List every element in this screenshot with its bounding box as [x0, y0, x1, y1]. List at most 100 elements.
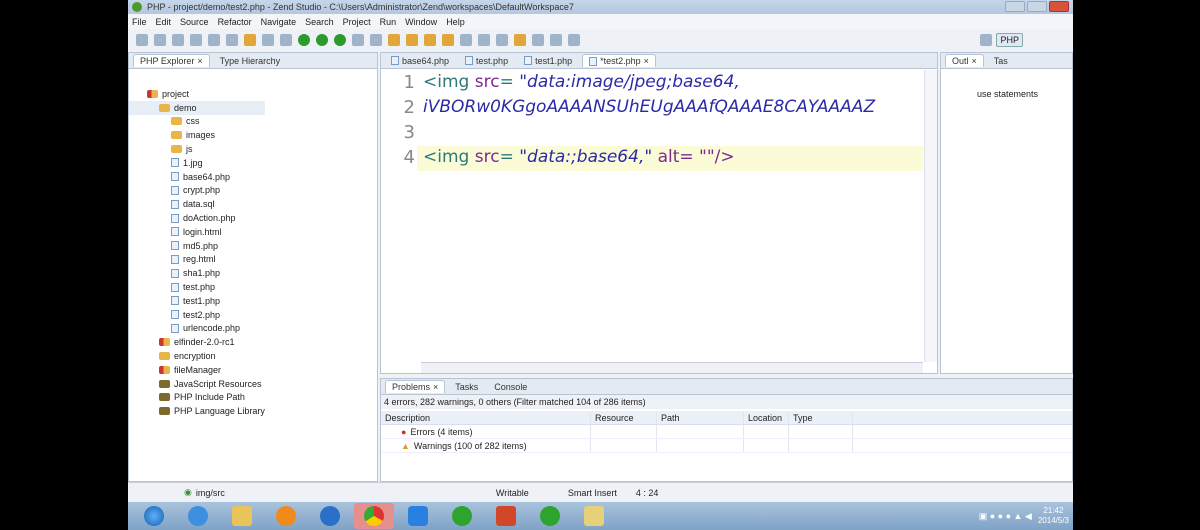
next-annotation-icon[interactable]	[496, 34, 508, 46]
maximize-button[interactable]	[1027, 1, 1047, 12]
menu-project[interactable]: Project	[343, 17, 371, 27]
taskbar-green-app-2[interactable]	[530, 503, 570, 529]
menu-window[interactable]: Window	[405, 17, 437, 27]
tree-item[interactable]: demo	[129, 100, 265, 115]
tab-test-php[interactable]: test.php	[459, 55, 514, 67]
deploy-icon[interactable]	[424, 34, 436, 46]
taskbar-green-app[interactable]	[442, 503, 482, 529]
tree-item[interactable]: base64.php	[129, 170, 265, 184]
tree-item[interactable]: reg.html	[129, 253, 265, 267]
tab-php-explorer[interactable]: PHP Explorer ×	[133, 54, 210, 67]
tree-item[interactable]: project	[129, 87, 265, 101]
tab-problems[interactable]: Problems ×	[385, 380, 446, 393]
menu-file[interactable]: File	[132, 17, 147, 27]
tab-console[interactable]: Console	[488, 381, 533, 393]
menu-search[interactable]: Search	[305, 17, 334, 27]
table-row[interactable]: ● Errors (4 items)	[381, 425, 1072, 439]
tray-icons[interactable]: ▣ ● ● ● ▲ ◀	[979, 511, 1032, 522]
search-web-icon[interactable]	[352, 34, 364, 46]
tab-tasks-bottom[interactable]: Tasks	[449, 381, 484, 393]
search-icon[interactable]	[370, 34, 382, 46]
taskbar-help[interactable]	[574, 503, 614, 529]
menu-navigate[interactable]: Navigate	[261, 17, 297, 27]
tree-item[interactable]: JavaScript Resources	[129, 377, 265, 391]
taskbar-ie[interactable]	[178, 503, 218, 529]
col-description[interactable]: Description	[381, 411, 591, 424]
code-editor[interactable]: 1 <img src= "data:image/jpeg;base64, 2 iVBO…	[381, 70, 923, 361]
col-resource[interactable]: Resource	[591, 411, 657, 424]
taskbar-powerpoint[interactable]	[486, 503, 526, 529]
menu-help[interactable]: Help	[446, 17, 465, 27]
taskbar-chrome[interactable]	[354, 503, 394, 529]
code-token-rest: alt= ""/>	[652, 147, 735, 167]
debug-icon[interactable]	[280, 34, 292, 46]
globe-icon[interactable]	[262, 34, 274, 46]
horizontal-scrollbar[interactable]	[421, 362, 923, 373]
tree-item[interactable]: test.php	[129, 280, 265, 294]
tab-outline[interactable]: Outl ×	[945, 54, 984, 67]
print-icon[interactable]	[190, 34, 202, 46]
tab-base64-php[interactable]: base64.php	[385, 55, 455, 67]
taskbar-baidu[interactable]	[398, 503, 438, 529]
tree-item[interactable]: doAction.php	[129, 211, 265, 225]
taskbar-media[interactable]	[266, 503, 306, 529]
col-path[interactable]: Path	[657, 411, 744, 424]
start-button[interactable]	[134, 503, 174, 529]
tree-item[interactable]: test1.php	[129, 294, 265, 308]
minimize-button[interactable]	[1005, 1, 1025, 12]
profile-icon[interactable]	[334, 34, 346, 46]
tree-item[interactable]: 1.jpg	[129, 156, 265, 170]
tree-item[interactable]: css	[129, 115, 265, 129]
taskbar-explorer[interactable]	[222, 503, 262, 529]
tree-item[interactable]: test2.php	[129, 308, 265, 322]
tree-item[interactable]: fileManager	[129, 363, 265, 377]
php-perspective-button[interactable]: PHP	[996, 33, 1023, 47]
pin-icon[interactable]	[550, 34, 562, 46]
menu-source[interactable]: Source	[180, 17, 209, 27]
save-icon[interactable]	[154, 34, 166, 46]
edit-icon[interactable]	[208, 34, 220, 46]
tree-item[interactable]: login.html	[129, 225, 265, 239]
tools-icon[interactable]	[568, 34, 580, 46]
taskbar-bird[interactable]	[310, 503, 350, 529]
menu-edit[interactable]: Edit	[156, 17, 172, 27]
tree-item[interactable]: js	[129, 142, 265, 156]
tree-item[interactable]: elfinder-2.0-rc1	[129, 335, 265, 349]
table-row[interactable]: ▲ Warnings (100 of 282 items)	[381, 439, 1072, 453]
col-type[interactable]: Type	[789, 411, 853, 424]
tree-item[interactable]: md5.php	[129, 239, 265, 253]
col-location[interactable]: Location	[744, 411, 789, 424]
tree-item[interactable]: crypt.php	[129, 184, 265, 198]
tab-tasks[interactable]: Tas	[988, 55, 1014, 67]
open-project-icon[interactable]	[406, 34, 418, 46]
menu-refactor[interactable]: Refactor	[218, 17, 252, 27]
browser-icon[interactable]	[460, 34, 472, 46]
annotation-icon[interactable]	[478, 34, 490, 46]
menu-run[interactable]: Run	[380, 17, 397, 27]
tree-item[interactable]: sha1.php	[129, 266, 265, 280]
tree-item[interactable]: PHP Include Path	[129, 391, 265, 405]
bookmark-icon[interactable]	[244, 34, 256, 46]
back-icon[interactable]	[514, 34, 526, 46]
save-all-icon[interactable]	[172, 34, 184, 46]
outline-item[interactable]: use statements	[977, 89, 1038, 99]
tab-test1-php[interactable]: test1.php	[518, 55, 578, 67]
tree-item[interactable]: encryption	[129, 349, 265, 363]
tree-item[interactable]: urlencode.php	[129, 322, 265, 336]
run-external-icon[interactable]	[316, 34, 328, 46]
refresh-icon[interactable]	[226, 34, 238, 46]
vertical-scrollbar[interactable]	[924, 70, 937, 362]
open-perspective-icon[interactable]	[980, 34, 993, 46]
tree-item[interactable]: PHP Language Library	[129, 404, 265, 418]
forward-icon[interactable]	[532, 34, 544, 46]
tree-item[interactable]: images	[129, 128, 265, 142]
tab-test2-php[interactable]: *test2.php ×	[582, 54, 656, 67]
tab-type-hierarchy[interactable]: Type Hierarchy	[214, 55, 287, 67]
open-folder-icon[interactable]	[388, 34, 400, 46]
close-button[interactable]	[1049, 1, 1069, 12]
run-icon[interactable]	[298, 34, 310, 46]
clock[interactable]: 21:42 2014/5/3	[1038, 506, 1069, 526]
tree-item[interactable]: data.sql	[129, 197, 265, 211]
toggle-mark-icon[interactable]	[442, 34, 454, 46]
new-icon[interactable]	[136, 34, 148, 46]
